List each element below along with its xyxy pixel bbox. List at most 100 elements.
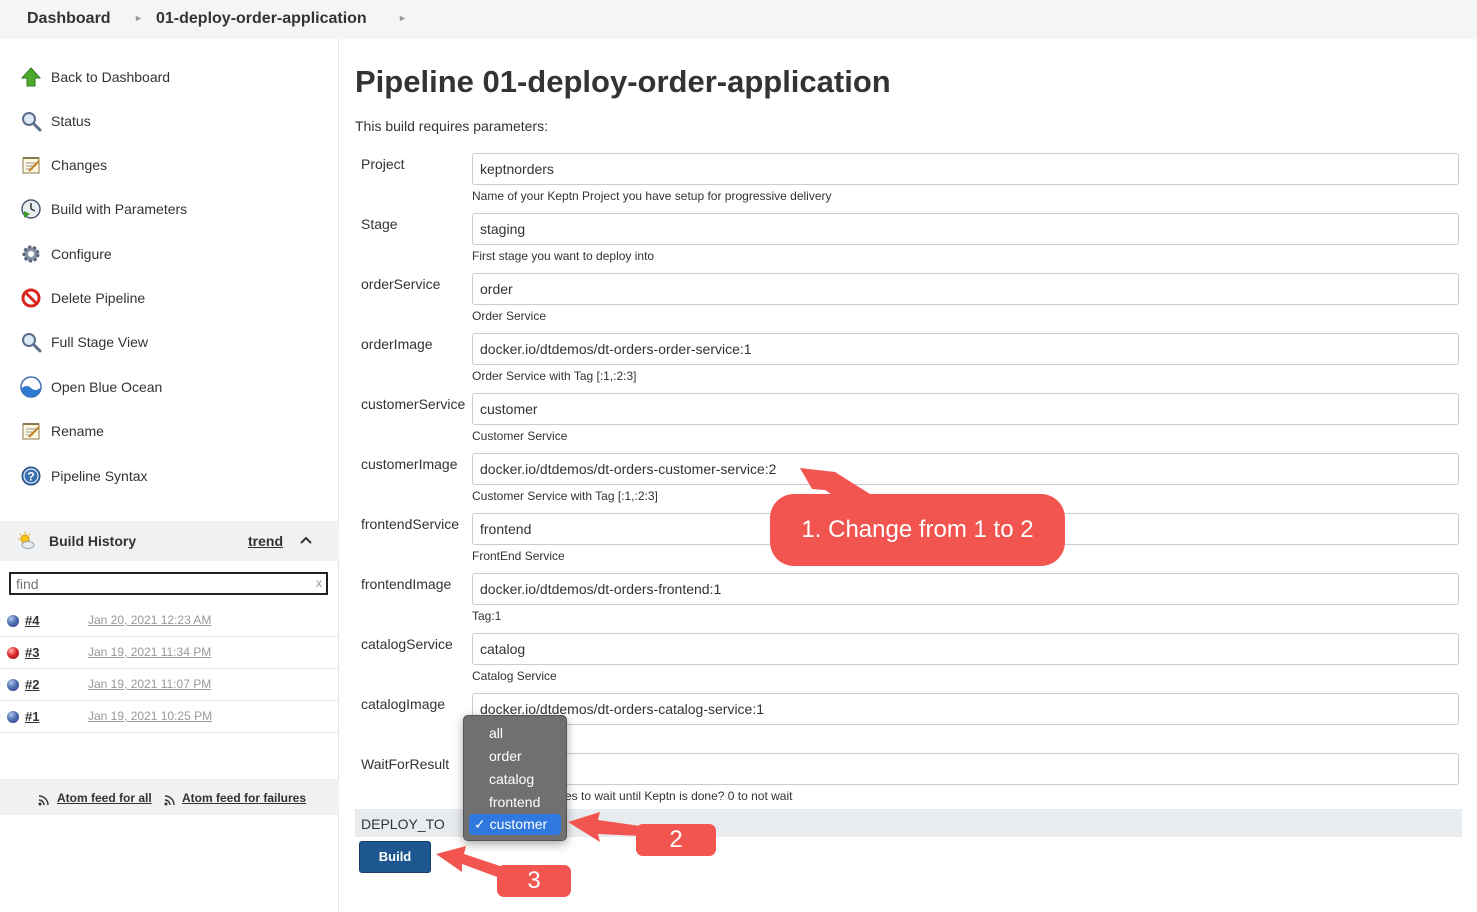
breadcrumb-chevron-icon[interactable]: ► xyxy=(134,13,143,23)
sidebar-item-back-to-dashboard[interactable]: Back to Dashboard xyxy=(18,63,318,91)
param-label: customerService xyxy=(361,396,466,412)
arrow-3 xyxy=(436,846,500,878)
atom-feed-failures-link[interactable]: Atom feed for failures xyxy=(182,791,306,805)
weather-sunny-icon xyxy=(16,531,36,556)
param-label: frontendImage xyxy=(361,576,452,592)
sidebar-item-label: Open Blue Ocean xyxy=(51,379,163,395)
blue-ocean-icon xyxy=(18,374,44,400)
sidebar-item-label: Status xyxy=(51,113,91,129)
param-description: Order Service xyxy=(472,309,547,323)
sidebar-item-label: Configure xyxy=(51,246,112,262)
build-find-field[interactable]: x xyxy=(9,572,328,595)
deploy-to-label: DEPLOY_TO xyxy=(361,816,445,832)
build-history-title: Build History xyxy=(49,533,137,549)
chevron-up-icon[interactable] xyxy=(298,532,314,553)
sidebar-item-status[interactable]: Status xyxy=(18,107,318,135)
param-label: Stage xyxy=(361,216,398,232)
sidebar-item-open-blue-ocean[interactable]: Open Blue Ocean xyxy=(18,373,318,401)
sidebar-item-changes[interactable]: Changes xyxy=(18,151,318,179)
build-button[interactable]: Build xyxy=(359,841,431,873)
page-title: Pipeline 01-deploy-order-application xyxy=(355,64,891,99)
sidebar-item-label: Full Stage View xyxy=(51,334,149,350)
sidebar-item-build-with-parameters[interactable]: Build with Parameters xyxy=(18,195,318,223)
param-description: Name of your Keptn Project you have setu… xyxy=(472,189,832,203)
atom-feed-all-link[interactable]: Atom feed for all xyxy=(57,791,152,805)
trend-link[interactable]: trend xyxy=(248,533,283,549)
catalog-image-input[interactable] xyxy=(472,693,1459,725)
project-input[interactable] xyxy=(472,153,1459,185)
sidebar-item-delete-pipeline[interactable]: Delete Pipeline xyxy=(18,284,318,312)
build-date-link[interactable]: Jan 19, 2021 10:25 PM xyxy=(88,709,212,723)
stage-input[interactable] xyxy=(472,213,1459,245)
checkmark-icon: ✓ xyxy=(474,816,486,832)
sidebar-item-label: Changes xyxy=(51,157,108,173)
sidebar-item-rename[interactable]: Rename xyxy=(18,417,318,445)
order-service-input[interactable] xyxy=(472,273,1459,305)
param-label: customerImage xyxy=(361,456,458,472)
catalog-service-input[interactable] xyxy=(472,633,1459,665)
order-image-input[interactable] xyxy=(472,333,1459,365)
breadcrumb-job[interactable]: 01-deploy-order-application xyxy=(156,10,367,28)
param-label: orderService xyxy=(361,276,441,292)
build-date-link[interactable]: Jan 19, 2021 11:07 PM xyxy=(88,677,211,691)
magnifier-icon xyxy=(18,108,44,134)
frontend-image-input[interactable] xyxy=(472,573,1459,605)
build-row: #4 Jan 20, 2021 12:23 AM xyxy=(0,605,339,637)
breadcrumb-chevron-icon[interactable]: ► xyxy=(398,13,407,23)
param-description: First stage you want to deploy into xyxy=(472,249,655,263)
magnifier-icon xyxy=(18,329,44,355)
param-description: Customer Service xyxy=(472,429,568,443)
callout-1: 1. Change from 1 to 2 xyxy=(770,494,1065,566)
build-date-link[interactable]: Jan 19, 2021 11:34 PM xyxy=(88,645,211,659)
sidebar-item-label: Back to Dashboard xyxy=(51,69,171,85)
help-icon: ? xyxy=(18,463,44,489)
build-number-link[interactable]: #4 xyxy=(25,613,39,628)
rss-icon xyxy=(38,793,49,811)
clock-play-icon xyxy=(18,196,44,222)
customer-image-input[interactable] xyxy=(472,453,1459,485)
build-history-header: Build History trend xyxy=(0,521,339,561)
status-blue-ball-icon xyxy=(7,679,19,691)
build-date-link[interactable]: Jan 20, 2021 12:23 AM xyxy=(88,613,211,627)
param-description: FrontEnd Service xyxy=(472,549,565,563)
option-order[interactable]: order xyxy=(469,746,561,767)
build-number-link[interactable]: #3 xyxy=(25,645,39,660)
clear-find-button[interactable]: x xyxy=(316,576,322,590)
param-description: Customer Service with Tag [:1,:2:3] xyxy=(472,489,658,503)
sidebar-item-label: Build with Parameters xyxy=(51,201,188,217)
sidebar-item-pipeline-syntax[interactable]: ? Pipeline Syntax xyxy=(18,462,318,490)
param-description: Order Service with Tag [:1,:2:3] xyxy=(472,369,637,383)
build-row: #2 Jan 19, 2021 11:07 PM xyxy=(0,669,339,701)
notepad-icon xyxy=(18,152,44,178)
build-number-link[interactable]: #1 xyxy=(25,709,39,724)
build-row: #1 Jan 19, 2021 10:25 PM xyxy=(0,701,339,733)
param-label: catalogService xyxy=(361,636,453,652)
breadcrumb-dashboard[interactable]: Dashboard xyxy=(27,10,111,28)
status-blue-ball-icon xyxy=(7,615,19,627)
sidebar-item-full-stage-view[interactable]: Full Stage View xyxy=(18,328,318,356)
build-number-link[interactable]: #2 xyxy=(25,677,39,692)
callout-2: 2 xyxy=(636,824,716,856)
status-blue-ball-icon xyxy=(7,711,19,723)
sidebar-item-label: Pipeline Syntax xyxy=(51,468,148,484)
sidebar-item-configure[interactable]: Configure xyxy=(18,240,318,268)
sidebar-item-label: Rename xyxy=(51,423,104,439)
no-entry-icon xyxy=(18,285,44,311)
deploy-to-select[interactable]: all order catalog frontend ✓ customer xyxy=(463,715,567,841)
option-frontend[interactable]: frontend xyxy=(469,792,561,813)
option-all[interactable]: all xyxy=(469,723,561,744)
param-label: frontendService xyxy=(361,516,460,532)
customer-service-input[interactable] xyxy=(472,393,1459,425)
param-label: catalogImage xyxy=(361,696,446,712)
build-find-input[interactable] xyxy=(11,574,301,593)
status-red-ball-icon xyxy=(7,647,19,659)
option-customer-selected[interactable]: ✓ customer xyxy=(469,814,561,835)
breadcrumb-bar: Dashboard ► 01-deploy-order-application … xyxy=(0,0,1477,39)
sidebar-item-label: Delete Pipeline xyxy=(51,290,146,306)
param-description: es to wait until Keptn is done? 0 to not… xyxy=(565,789,793,803)
param-label: WaitForResult xyxy=(361,756,450,772)
atom-feeds-bar: Atom feed for all Atom feed for failures xyxy=(0,779,339,815)
option-catalog[interactable]: catalog xyxy=(469,769,561,790)
option-label: customer xyxy=(489,816,548,832)
wait-for-result-input[interactable] xyxy=(472,753,1459,785)
